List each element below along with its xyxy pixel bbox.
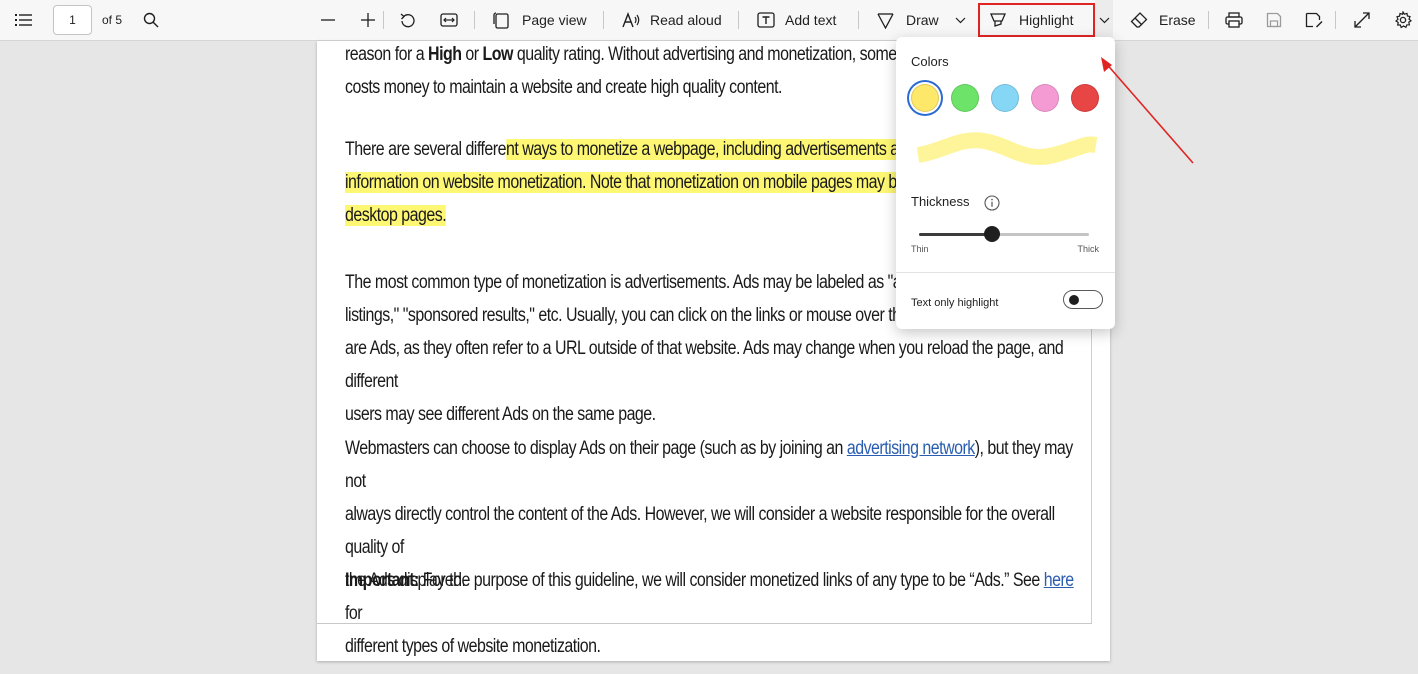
save-as-icon[interactable] [1305,0,1323,40]
add-text-label: Add text [785,12,837,28]
colors-heading: Colors [911,54,949,69]
draw-options-chevron-icon[interactable] [955,0,966,40]
fit-width-icon[interactable] [440,0,458,40]
text-only-highlight-label: Text only highlight [911,297,999,309]
contents-list-icon[interactable] [15,0,33,40]
read-aloud-label: Read aloud [650,12,722,28]
thickness-heading: Thickness [911,194,970,209]
highlighted-text: information on website monetization. Not… [345,172,955,193]
info-icon[interactable] [984,195,1000,211]
full-screen-icon[interactable] [1354,0,1370,40]
advertising-network-link[interactable]: advertising network [847,438,975,459]
color-swatch-pink[interactable] [1031,84,1059,112]
search-icon[interactable] [143,0,159,40]
here-link[interactable]: here [1044,570,1074,591]
thickness-slider[interactable] [919,226,1089,242]
erase-label: Erase [1159,12,1196,28]
page-total: of 5 [102,13,123,27]
pdf-toolbar: 1 of 5 Page view Read aloud Add text Dra… [0,0,1418,41]
panel-divider [896,272,1115,273]
thickness-slider-fill [919,233,993,236]
toggle-knob [1069,295,1079,305]
annotation-highlight-box [978,3,1095,37]
save-icon[interactable] [1266,0,1282,40]
draw-label: Draw [906,12,939,28]
color-swatch-green[interactable] [951,84,979,112]
settings-gear-icon[interactable] [1394,0,1412,40]
color-swatch-yellow[interactable] [911,84,939,112]
paragraph-5: Important: For the purpose of this guide… [345,570,1074,657]
read-aloud-button[interactable]: Read aloud [622,0,722,40]
highlighted-text: nt ways to monetize a webpage, including… [505,139,963,160]
highlighted-text: desktop pages. [345,205,447,226]
rotate-icon[interactable] [399,0,416,40]
thin-label: Thin [911,244,929,254]
erase-button[interactable]: Erase [1130,0,1196,40]
highlight-stroke-preview [916,132,1098,165]
print-icon[interactable] [1225,0,1243,40]
thick-label: Thick [1077,244,1099,254]
page-view-label: Page view [522,12,587,28]
color-swatch-red[interactable] [1071,84,1099,112]
page-divider [317,623,1092,624]
draw-button[interactable]: Draw [877,0,939,40]
highlight-options-panel: Colors Thickness Thin Thick Text only hi… [896,37,1115,329]
page-number-input[interactable]: 1 [53,5,92,35]
text-only-highlight-toggle[interactable] [1063,290,1103,309]
highlight-options-chevron-icon[interactable] [1095,0,1113,40]
page-view-button[interactable]: Page view [493,0,587,40]
add-text-button[interactable]: Add text [757,0,836,40]
zoom-out-icon[interactable] [320,0,336,40]
color-swatch-blue[interactable] [991,84,1019,112]
thickness-slider-thumb[interactable] [984,226,1001,242]
zoom-in-icon[interactable] [360,0,376,40]
